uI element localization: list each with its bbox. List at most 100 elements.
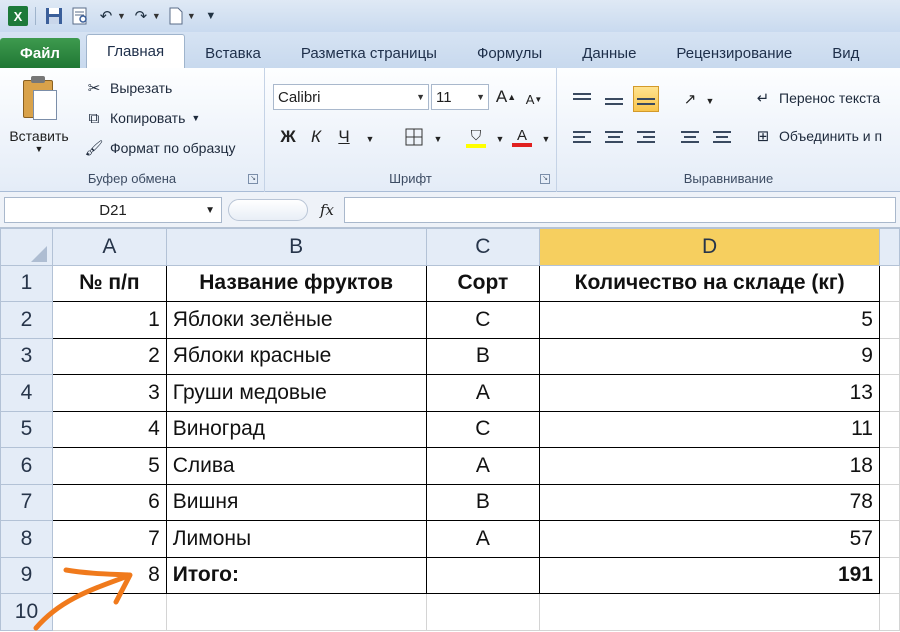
grow-font-icon[interactable]: A ▲: [493, 84, 519, 110]
cell[interactable]: 6: [51, 483, 167, 521]
cell[interactable]: [425, 556, 541, 594]
cell[interactable]: Яблоки красные: [165, 337, 427, 375]
row-header[interactable]: 10: [0, 593, 53, 631]
cell[interactable]: № п/п: [51, 264, 167, 302]
wrap-text-button[interactable]: ↵ Перенос текста: [753, 88, 881, 108]
cell[interactable]: A: [425, 447, 541, 485]
clipboard-launcher-icon[interactable]: ↘: [248, 174, 258, 184]
tab-data[interactable]: Данные: [562, 38, 656, 68]
cell[interactable]: C: [425, 301, 541, 339]
decrease-indent-icon[interactable]: [677, 124, 703, 150]
cell[interactable]: Груши медовые: [165, 374, 427, 412]
cell[interactable]: 57: [539, 520, 880, 558]
cell[interactable]: Яблоки зелёные: [165, 301, 427, 339]
cell[interactable]: [878, 447, 900, 485]
column-header-d[interactable]: D: [539, 228, 880, 266]
cell[interactable]: 5: [539, 301, 880, 339]
tab-view[interactable]: Вид: [812, 38, 879, 68]
copy-button[interactable]: ⧉ Копировать ▼: [84, 108, 201, 128]
cell[interactable]: [878, 593, 900, 631]
customize-toolbar-icon[interactable]: ▼: [200, 5, 222, 27]
font-name-dropdown-icon[interactable]: ▼: [416, 92, 425, 102]
new-dropdown-icon[interactable]: ▼: [187, 11, 196, 21]
cell[interactable]: B: [425, 337, 541, 375]
tab-formulas[interactable]: Формулы: [457, 38, 562, 68]
column-header-c[interactable]: C: [425, 228, 541, 266]
row-header[interactable]: 1: [0, 264, 53, 302]
row-header[interactable]: 8: [0, 520, 53, 558]
format-painter-button[interactable]: 🖌 Формат по образцу: [84, 138, 235, 158]
cell[interactable]: 13: [539, 374, 880, 412]
tab-review[interactable]: Рецензирование: [656, 38, 812, 68]
tab-file[interactable]: Файл: [0, 38, 80, 68]
align-left-icon[interactable]: [569, 124, 595, 150]
column-header-a[interactable]: A: [51, 228, 167, 266]
align-middle-icon[interactable]: [601, 86, 627, 112]
font-name-select[interactable]: Calibri ▼: [273, 84, 429, 110]
copy-dropdown-icon[interactable]: ▼: [191, 113, 200, 123]
name-box-dropdown-icon[interactable]: ▼: [205, 205, 215, 216]
cell[interactable]: [425, 593, 541, 631]
cell[interactable]: C: [425, 410, 541, 448]
redo-dropdown-icon[interactable]: ▼: [152, 11, 161, 21]
cell[interactable]: Виноград: [165, 410, 427, 448]
fill-color-icon[interactable]: ⛉: [463, 124, 489, 150]
paste-dropdown-icon[interactable]: ▼: [8, 144, 70, 154]
bold-button[interactable]: Ж: [275, 124, 301, 150]
cell[interactable]: 9: [539, 337, 880, 375]
cell[interactable]: [539, 593, 880, 631]
select-all-corner[interactable]: [0, 228, 53, 266]
formula-input[interactable]: [344, 197, 896, 223]
cell[interactable]: 78: [539, 483, 880, 521]
cell[interactable]: 2: [51, 337, 167, 375]
cell[interactable]: 3: [51, 374, 167, 412]
tab-page-layout[interactable]: Разметка страницы: [281, 38, 457, 68]
row-header[interactable]: 7: [0, 483, 53, 521]
row-header[interactable]: 3: [0, 337, 53, 375]
row-header[interactable]: 5: [0, 410, 53, 448]
cell[interactable]: [878, 264, 900, 302]
cell[interactable]: A: [425, 520, 541, 558]
cell[interactable]: 11: [539, 410, 880, 448]
paste-button[interactable]: Вставить ▼: [8, 76, 70, 154]
cell[interactable]: Вишня: [165, 483, 427, 521]
save-icon[interactable]: [43, 5, 65, 27]
shrink-font-icon[interactable]: A ▼: [521, 86, 547, 112]
row-header[interactable]: 2: [0, 301, 53, 339]
underline-dropdown-icon[interactable]: ▼: [357, 126, 383, 152]
print-preview-icon[interactable]: [69, 5, 91, 27]
cell[interactable]: [878, 337, 900, 375]
formula-bar-resize-handle[interactable]: [228, 199, 308, 221]
column-header-b[interactable]: B: [165, 228, 427, 266]
align-top-icon[interactable]: [569, 86, 595, 112]
cell[interactable]: [878, 301, 900, 339]
cell[interactable]: [878, 556, 900, 594]
redo-icon[interactable]: ↷: [130, 5, 152, 27]
font-launcher-icon[interactable]: ↘: [540, 174, 550, 184]
borders-icon[interactable]: [401, 124, 427, 150]
cell[interactable]: 191: [539, 556, 880, 594]
insert-function-icon[interactable]: fx: [320, 201, 334, 219]
cell[interactable]: [51, 593, 167, 631]
cell[interactable]: 4: [51, 410, 167, 448]
cell[interactable]: Название фруктов: [165, 264, 427, 302]
cell[interactable]: Количество на складе (кг): [539, 264, 880, 302]
italic-button[interactable]: К: [303, 124, 329, 150]
underline-button[interactable]: Ч: [331, 124, 357, 150]
row-header[interactable]: 6: [0, 447, 53, 485]
row-header[interactable]: 4: [0, 374, 53, 412]
cell[interactable]: [878, 520, 900, 558]
align-center-icon[interactable]: [601, 124, 627, 150]
cell[interactable]: [165, 593, 427, 631]
cell[interactable]: 1: [51, 301, 167, 339]
cut-button[interactable]: ✂ Вырезать: [84, 78, 173, 98]
align-right-icon[interactable]: [633, 124, 659, 150]
row-header[interactable]: 9: [0, 556, 53, 594]
cell[interactable]: A: [425, 374, 541, 412]
cell[interactable]: 5: [51, 447, 167, 485]
cell[interactable]: 7: [51, 520, 167, 558]
cell[interactable]: Лимоны: [165, 520, 427, 558]
font-color-dropdown-icon[interactable]: ▼: [533, 126, 559, 152]
tab-insert[interactable]: Вставка: [185, 38, 281, 68]
font-size-dropdown-icon[interactable]: ▼: [476, 92, 485, 102]
